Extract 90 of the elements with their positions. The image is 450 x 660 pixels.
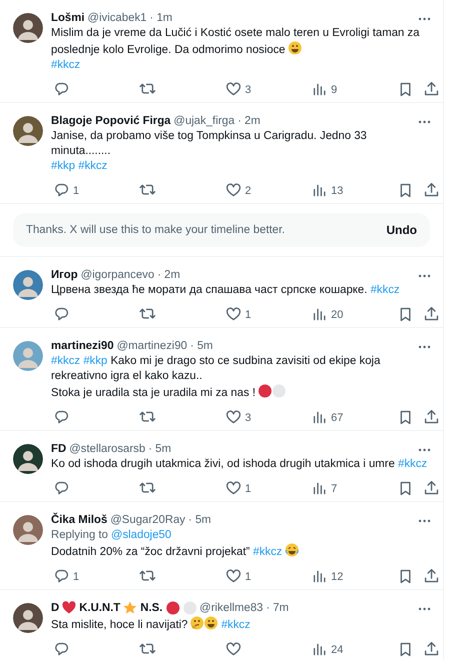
post-time: · 5m [190,340,213,352]
reply-icon [53,568,70,585]
like-button[interactable]: 1 [223,305,252,324]
author-name: K.U.N.T [79,602,120,614]
views-button[interactable]: 7 [309,479,338,498]
user-handle[interactable]: @stellarosarsb [69,443,146,455]
avatar[interactable] [13,13,43,43]
share-icon [423,306,440,323]
user-handle[interactable]: @ujak_firga [174,115,235,127]
bar-chart-icon [311,568,328,585]
avatar[interactable] [13,444,43,474]
author-name: Lošmi [51,12,85,24]
like-button[interactable]: 1 [223,567,252,586]
circle-emoji-icon [182,600,197,614]
avatar[interactable] [13,116,43,146]
bar-chart-icon [311,182,328,199]
like-button[interactable]: 3 [223,80,252,99]
reply-icon [53,182,70,199]
reply-icon [53,480,70,497]
post-time: · 7m [266,602,289,614]
avatar[interactable] [13,603,43,633]
author-name: FD [51,443,66,455]
circle-emoji-icon [258,384,272,398]
heart-icon [225,409,242,426]
post-text: Janise, da probamo više tog Tompkinsa u Carigradu. Jedno 33 minuta........ #kkp #kkcz [51,129,368,174]
user-handle[interactable]: @Sugar20Ray [110,514,186,526]
user-handle[interactable]: @igorpancevo [80,269,154,281]
post-time: · 2m [238,115,260,127]
views-button[interactable]: 67 [309,408,344,427]
bar-chart-icon [311,641,328,658]
user-handle[interactable]: @ivicabek1 [88,12,147,24]
share-icon [423,81,440,98]
post-time: · 5m [148,443,172,455]
post-text: Sta mislite, hoce li navijati? #kkcz [51,616,433,633]
replying-label: Replying to [51,528,108,543]
heart-icon [225,480,242,497]
like-button[interactable]: 3 [223,408,252,427]
post-time: · 1m [150,12,172,24]
bar-chart-icon [311,306,328,323]
smiley-emoji-icon [204,616,218,630]
views-button[interactable]: 9 [309,80,338,99]
post-text: Mislim da je vreme da Lučić i Kostić osete malo teren u Evroligi taman za poslednje kolo Evrolige. Da odmorimo nosioce #kkcz [51,26,420,73]
share-icon [423,641,440,658]
heart-icon [225,81,242,98]
reply-icon [53,641,70,658]
circle-emoji-icon [272,384,286,398]
reply-icon [53,81,70,98]
author-name: Игор [51,269,78,281]
bar-chart-icon [311,409,328,426]
user-handle[interactable]: @rikellme83 [200,602,264,614]
author-name: martinezi90 [51,340,114,352]
post-text: Ko od ishoda drugih utakmica živi, od ishoda drugih utakmica i umre #kkcz [51,457,428,472]
bar-chart-icon [311,81,328,98]
post-text: Dodatnih 20% za “žoc državni projekat” #kkcz [51,543,433,560]
share-icon [423,182,440,199]
post-text: #kkcz #kkp Kako mi je drago sto ce sudbina zavisiti od ekipe koja rekreativno igra el kako kazu.. Stoka je uradila sta je uradila mi za nas ! [51,354,382,401]
circle-emoji-icon [166,600,180,614]
author-name: N.S. [140,602,163,614]
views-button[interactable]: 24 [309,640,344,659]
views-button[interactable]: 20 [309,305,344,324]
views-button[interactable]: 13 [309,181,344,200]
post-time: · 2m [157,269,180,281]
bar-chart-icon [311,480,328,497]
reply-button[interactable]: 1 [51,567,80,586]
thinking-emoji-icon [190,616,204,630]
user-handle[interactable]: @martinezi90 [116,340,188,352]
heart-icon [225,568,242,585]
smiley-emoji-icon [288,41,302,55]
views-button[interactable]: 12 [309,567,344,586]
share-icon [423,480,440,497]
star-emoji-icon [123,600,138,614]
author-name: Blagoje Popović Firga [51,115,171,127]
share-icon [423,409,440,426]
heart-icon [225,306,242,323]
notice-text: Thanks. X will use this to make your timeline better. [26,224,285,236]
reply-icon [53,409,70,426]
heart-icon [225,182,242,199]
post-time: · 5m [188,514,212,526]
like-button[interactable]: 2 [223,181,252,200]
reply-icon [53,306,70,323]
heart-icon [225,641,242,658]
laughing-emoji-icon [285,543,300,557]
post-text: Црвена звезда ће морати да спашава част српске кошарке. #kkcz [51,283,401,298]
reply-button[interactable]: 1 [51,181,80,200]
author-name: D [51,602,60,614]
heart-emoji-icon [62,601,76,614]
share-icon [423,568,440,585]
undo-button[interactable]: Undo [386,221,417,239]
like-button[interactable]: 1 [223,479,252,498]
author-name: Čika Miloš [51,514,108,526]
